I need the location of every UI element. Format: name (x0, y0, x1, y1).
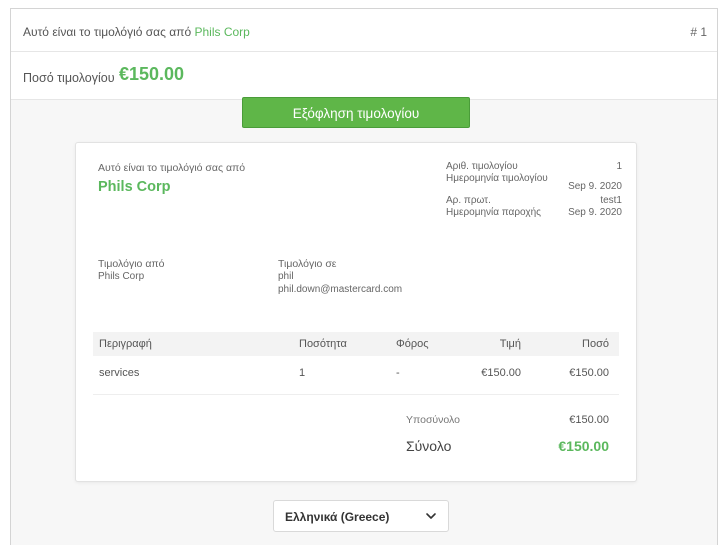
total-label: Σύνολο (406, 438, 452, 454)
amount-bar: Ποσό τιμολογίου €150.00 (11, 52, 717, 100)
subtotal-label: Υποσύνολο (406, 414, 460, 426)
subtotal-value: €150.00 (569, 414, 609, 426)
amount-label: Ποσό τιμολογίου (23, 71, 115, 85)
th-description: Περιγραφή (99, 338, 152, 350)
invoice-company: Phils Corp (98, 179, 171, 195)
to-email: phil.down@mastercard.com (278, 284, 403, 295)
meta-number-value: 1 (616, 161, 622, 172)
row-tax: - (396, 367, 400, 379)
total-value: €150.00 (558, 438, 609, 454)
row-amount: €150.00 (569, 367, 609, 379)
amount-value: €150.00 (119, 64, 185, 84)
row-price: €150.00 (481, 367, 521, 379)
invoice-intro: Αυτό είναι το τιμολόγιό σας από (98, 162, 246, 174)
pay-invoice-button[interactable]: Εξόφληση τιμολογίου (242, 97, 470, 128)
from-heading: Τιμολόγιο από (98, 258, 165, 270)
meta-number-label: Αριθ. τιμολογίου (446, 161, 518, 172)
row-quantity: 1 (299, 367, 306, 379)
invoice-number-badge: # 1 (690, 25, 707, 39)
to-name: phil (278, 271, 294, 282)
th-tax: Φόρος (396, 338, 429, 350)
invoice-header: Αυτό είναι το τιμολόγιό σας από Phils Co… (11, 9, 717, 52)
chevron-down-icon (426, 513, 436, 519)
invoice-card: Αυτό είναι το τιμολόγιό σας από Phils Co… (75, 142, 637, 482)
language-select[interactable]: Ελληνικά (Greece) (273, 500, 449, 532)
meta-po-label: Αρ. πρωτ. (446, 195, 491, 206)
to-heading: Τιμολόγιο σε (278, 258, 337, 270)
th-price: Τιμή (499, 338, 521, 350)
header-company: Phils Corp (194, 25, 250, 39)
table-divider (93, 394, 619, 395)
meta-po-value: test1 (600, 195, 622, 206)
from-name: Phils Corp (98, 271, 145, 282)
th-amount: Ποσό (582, 338, 609, 350)
items-table-header: Περιγραφή Ποσότητα Φόρος Τιμή Ποσό (93, 332, 619, 356)
language-selected: Ελληνικά (Greece) (285, 510, 390, 524)
meta-supply-value: Sep 9. 2020 (568, 207, 622, 218)
header-title-prefix: Αυτό είναι το τιμολόγιό σας από (23, 25, 195, 39)
meta-date-value: Sep 9. 2020 (568, 181, 622, 192)
meta-date-label: Ημερομηνία τιμολογίου (446, 173, 548, 184)
row-description: services (99, 367, 140, 379)
header-title: Αυτό είναι το τιμολόγιό σας από Phils Co… (23, 25, 250, 39)
th-quantity: Ποσότητα (299, 338, 347, 350)
meta-supply-label: Ημερομηνία παροχής (446, 207, 541, 218)
